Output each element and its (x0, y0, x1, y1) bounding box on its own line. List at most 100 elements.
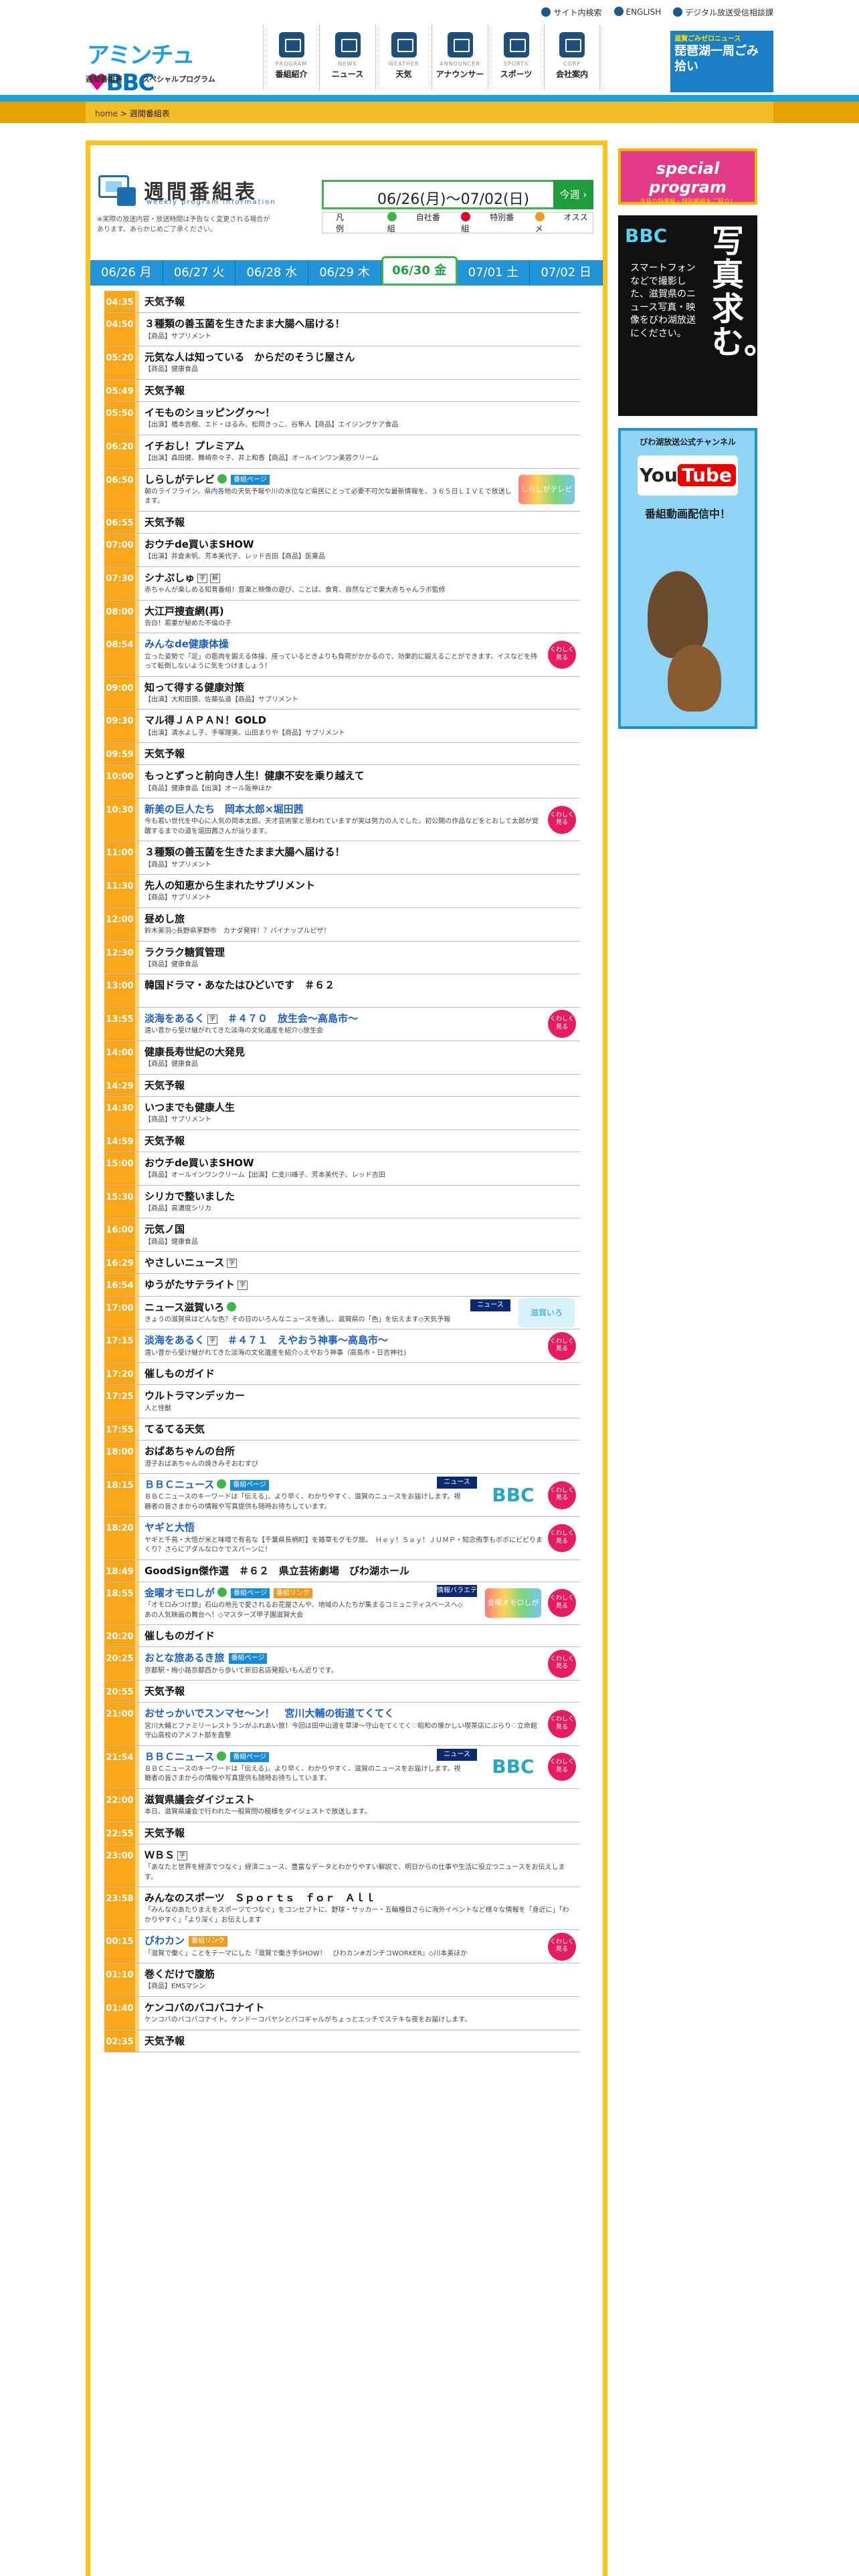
link-special-program[interactable]: スペシャルプログラム (142, 75, 215, 84)
program-row[interactable]: 18:55 金曜オモロしが 番組ページ 番組リンク 「オモロみつけ旅」石山の地元で愛され… (104, 1582, 580, 1625)
program-row[interactable]: 07:30 シナぷしゅ字解赤ちゃんが楽しめる知育番組！音楽と映像の遊び、ことば、食… (104, 566, 580, 601)
youtube-banner[interactable]: びわ湖放送公式チャンネル You Tube 番組動画配信中！ (618, 428, 757, 729)
recommend-badge[interactable]: くわしく 見る (548, 1709, 576, 1738)
recommend-badge[interactable]: くわしく 見る (548, 1589, 576, 1618)
program-row[interactable]: 17:25 ウルトラマンデッカー 人と怪獣 (104, 1385, 580, 1418)
program-row[interactable]: 14:29 天気予報 (104, 1074, 580, 1097)
nav-program[interactable]: PROGRAM 番組紹介 (263, 25, 319, 90)
program-title[interactable]: みんなde健康体操 (145, 638, 229, 650)
program-row[interactable]: 14:59 天気予報 (104, 1130, 580, 1152)
program-title[interactable]: ＢＢＣニュース (145, 1479, 214, 1491)
program-title[interactable]: びわカン (145, 1935, 185, 1947)
nav-news[interactable]: NEWS ニュース (319, 25, 375, 90)
program-row[interactable]: 18:00 おばあちゃんの台所 澄子おばあちゃんの焼きみそおむすび (104, 1440, 580, 1474)
program-row[interactable]: 16:54 ゆうがたサテライト字 (104, 1274, 580, 1297)
recommend-badge[interactable]: くわしく 見る (548, 1932, 576, 1961)
program-row[interactable]: 22:55 天気予報 (104, 1822, 580, 1844)
program-title[interactable]: ＢＢＣニュース (145, 1751, 214, 1763)
program-row[interactable]: 04:50 ３種類の善玉菌を生きたまま大腸へ届ける！ 【商品】サプリメント (104, 313, 580, 346)
day-tab[interactable]: 06/27 火 (163, 260, 236, 286)
recommend-badge[interactable]: くわしく 見る (548, 1331, 576, 1360)
program-page-badge[interactable]: 番組ページ (230, 1751, 270, 1762)
program-page-badge[interactable]: 番組ページ (228, 1653, 268, 1664)
program-row[interactable]: 01:10 巻くだけで腹筋 【商品】EMSマシン (104, 1963, 580, 1997)
recommend-badge[interactable]: くわしく 見る (548, 1481, 576, 1509)
program-title[interactable]: 新美の巨人たち 岡本太郎×堀田茜 (145, 803, 304, 815)
english-link[interactable]: ENGLISH (613, 7, 661, 18)
program-row[interactable]: 20:55 天気予報 (104, 1681, 580, 1703)
link-weekly-program[interactable]: 週間番組表 (86, 75, 122, 84)
program-row[interactable]: 22:00 滋賀県議会ダイジェスト 本日、滋賀県議会で行われた一般質問の模様をダイジ… (104, 1788, 580, 1822)
nav-announcer[interactable]: ANNOUNCER アナウンサー (432, 25, 488, 90)
program-row[interactable]: 12:30 ラクラク糖質管理 【商品】健康食品 (104, 941, 580, 975)
program-row[interactable]: 17:15 淡海をあるく字 ＃４７１ えやおう神事〜高島市〜 遠い昔から受け継がれて… (104, 1329, 580, 1363)
program-row[interactable]: 09:30 マル得ＪＡＰＡＮ！GOLD 【出演】清水よし子、手塚理美、山田まりや【商… (104, 710, 580, 743)
program-row[interactable]: 08:00 大江戸捜査網(再) 告白！若妻が秘めた不倫の子 (104, 600, 580, 634)
program-row[interactable]: 16:00 元気ノ国 【商品】健康食品 (104, 1218, 580, 1252)
program-title[interactable]: おとな旅あるき旅 (145, 1652, 225, 1664)
program-row[interactable]: 21:00 おせっかいでスンマセ〜ン！ 宮川大輔の街道てくてく 宮川大輔とファミリー… (104, 1703, 580, 1746)
photo-request-banner[interactable]: BBC 写真求む。 スマートフォンなどで撮影した、滋賀県のニュース写真・映像をび… (618, 215, 776, 416)
program-row[interactable]: 14:00 健康長寿世紀の大発見 【商品】健康食品 (104, 1041, 580, 1075)
program-row[interactable]: 15:00 おウチde買いまSHOW 【商品】オールインワンクリーム【出演】仁支川峰… (104, 1152, 580, 1186)
program-row[interactable]: 10:00 もっとずっと前向き人生！健康不安を乗り越えて 【商品】健康食品【出演】オ… (104, 765, 580, 798)
program-row[interactable]: 21:54 ＢＢＣニュース 番組ページ ＢＢＣニュースのキーワードは「伝える」。より早… (104, 1745, 580, 1789)
program-row[interactable]: 13:00 韓国ドラマ・あなたはひどいです ＃６２ (104, 974, 580, 1008)
program-row[interactable]: 05:50 イモものショッピングゥ〜！ 【出演】橋本吉樹、エド・はるみ、松岡きっこ、… (104, 402, 580, 435)
program-row[interactable]: 17:55 てるてる天気 (104, 1418, 580, 1441)
recommend-badge[interactable]: くわしく 見る (548, 805, 576, 834)
recommend-badge[interactable]: くわしく 見る (548, 640, 576, 669)
program-row[interactable]: 17:20 催しものガイド (104, 1363, 580, 1386)
day-tab[interactable]: 06/26 月 (90, 260, 163, 286)
recommend-badge[interactable]: くわしく 見る (548, 1523, 576, 1552)
program-row[interactable]: 05:49 天気予報 (104, 379, 580, 402)
program-row[interactable]: 13:55 淡海をあるく字 ＃４７０ 放生会〜高島市〜 遠い昔から受け継がれてきた淡… (104, 1008, 580, 1041)
program-page-badge[interactable]: 番組ページ (231, 1588, 270, 1599)
program-row[interactable]: 05:20 元気な人は知っている からだのそうじ屋さん 【商品】健康食品 (104, 346, 580, 380)
program-title[interactable]: ヤギと大悟 (145, 1521, 195, 1533)
site-logo[interactable]: アミンチュ♥BBC (87, 37, 214, 96)
program-row[interactable]: 10:30 新美の巨人たち 岡本太郎×堀田茜 今も若い世代を中心に人気の岡本太郎。天… (104, 798, 580, 842)
program-title[interactable]: 淡海をあるく (145, 1334, 205, 1346)
day-tab[interactable]: 07/02 日 (530, 260, 603, 286)
program-row[interactable]: 07:00 おウチde買いまSHOW 【出演】井倉未帆、芳本美代子、レッド吉田【商品… (104, 534, 580, 567)
day-tab[interactable]: 06/30 金 (381, 256, 458, 286)
program-link-badge[interactable]: 番組リンク (273, 1588, 312, 1599)
program-title[interactable]: 金曜オモロしが (145, 1587, 215, 1599)
program-title[interactable]: おせっかいでスンマセ〜ン！ 宮川大輔の街道てくてく (145, 1707, 394, 1719)
day-tab[interactable]: 06/29 木 (308, 260, 381, 286)
recommend-badge[interactable]: くわしく 見る (548, 1010, 576, 1039)
program-row[interactable]: 09:59 天気予報 (104, 743, 580, 766)
program-row[interactable]: 17:00 ニュース滋賀いろ きょうの滋賀県はどんな色？その日のいろんなニュースを通… (104, 1296, 580, 1330)
program-row[interactable]: 11:30 先人の知恵から生まれたサプリメント 【商品】サプリメント (104, 875, 580, 908)
recommend-badge[interactable]: くわしく 見る (548, 1649, 576, 1678)
program-row[interactable]: 20:20 催しものガイド (104, 1625, 580, 1648)
program-row[interactable]: 06:55 天気予報 (104, 511, 580, 534)
program-row[interactable]: 09:00 知って得する健康対策 【出演】大和田獏、佐藤弘道【商品】サプリメント (104, 676, 580, 710)
nav-weather[interactable]: WEATHER 天気 (375, 25, 432, 90)
program-row[interactable]: 18:49 GoodSign傑作選 ＃６２ 県立芸術劇場 びわ湖ホール (104, 1560, 580, 1582)
program-row[interactable]: 08:54 みんなde健康体操 立った姿勢で「足」の筋肉を鍛える体操、座っているとき… (104, 633, 580, 677)
program-row[interactable]: 06:50 しらしがテレビ 番組ページ 朝のライフライン。県内各地の天気予報や川の水位… (104, 468, 580, 512)
program-row[interactable]: 20:25 おとな旅あるき旅 番組ページ 京都駅・梅小路京都西から歩いて新旧名店発掘い… (104, 1647, 580, 1681)
program-row[interactable]: 12:00 昼めし旅 鈴木美羽◇長野県茅野市 カナダ発祥！？パイナップルピザ！ (104, 907, 580, 942)
recommend-badge[interactable]: くわしく 見る (548, 1753, 576, 1782)
reception-link[interactable]: デジタル放送受信相談課 (673, 7, 773, 18)
site-search-link[interactable]: サイト内検索 (541, 7, 602, 18)
cleanup-banner[interactable]: 滋賀ごみゼロニュース 琵琶湖一周ごみ拾い (670, 31, 773, 92)
program-row[interactable]: 16:29 やさしいニュース字 (104, 1252, 580, 1275)
day-tab[interactable]: 06/28 水 (235, 260, 309, 286)
program-row[interactable]: 15:30 シリカで整いました 【商品】高濃度シリカ (104, 1185, 580, 1219)
program-row[interactable]: 23:58 みんなのスポーツ Ｓｐｏｒｔｓ ｆｏｒ Ａｌｌ 「みんなのあたりまえをス… (104, 1887, 580, 1931)
day-tab[interactable]: 07/01 土 (458, 260, 531, 286)
program-row[interactable]: 11:00 ３種類の善玉菌を生きたまま大腸へ届ける！ 【商品】サプリメント (104, 841, 580, 875)
program-row[interactable]: 18:20 ヤギと大悟 ヤギと千鳥・大悟が米と味噌で有名な【千葉県長柄町】を雑草モグ… (104, 1517, 580, 1560)
program-row[interactable]: 06:20 イチおし！プレミアム 【出演】森田健、舞崎奈々子、井上和香【商品】オール… (104, 435, 580, 469)
program-link-badge[interactable]: 番組リンク (189, 1936, 228, 1947)
program-row[interactable]: 18:15 ＢＢＣニュース 番組ページ ＢＢＣニュースのキーワードは「伝える」。より早… (104, 1474, 580, 1517)
program-page-badge[interactable]: 番組ページ (230, 1480, 270, 1491)
program-row[interactable]: 02:35 天気予報 (104, 2030, 580, 2052)
program-row[interactable]: 23:00 ＷＢＳ 字「あなたと世界を経済でつなぐ」経済ニュース、豊富なデータとわか… (104, 1844, 580, 1887)
program-row[interactable]: 14:30 いつまでも健康人生 【商品】サプリメント (104, 1096, 580, 1130)
nav-sports[interactable]: SPORTS スポーツ (488, 25, 544, 90)
